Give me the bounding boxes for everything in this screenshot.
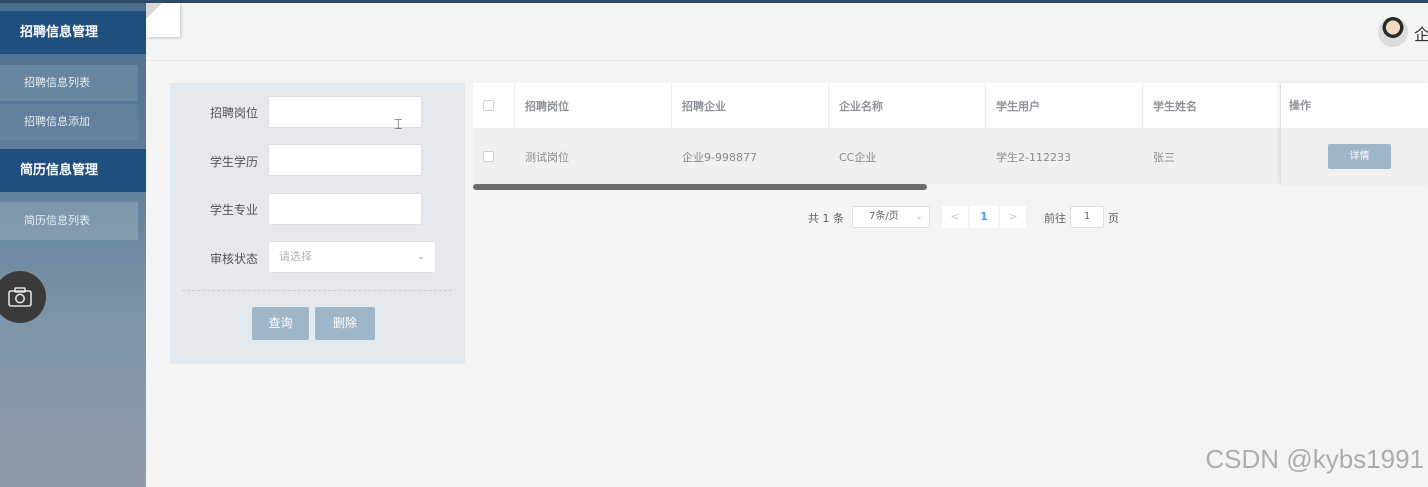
pagination-total: 共 1 条 [808,212,844,225]
header-checkbox-cell [473,83,515,128]
review-status-select[interactable]: 请选择 ⌄ [268,241,436,273]
page-size-value: 7条/页 [869,211,899,222]
delete-button[interactable]: 删除 [315,307,375,340]
goto-page-input[interactable]: 1 [1070,206,1104,228]
prev-page-button[interactable]: < [942,206,968,228]
camera-icon [8,287,32,307]
data-table: 招聘岗位 招聘企业 企业名称 学生用户 学生姓名 测试岗位 企业9-998877… [473,83,1428,190]
action-column: 操作 详情 [1281,83,1428,184]
chevron-down-icon: ⌄ [915,212,923,222]
collapse-toggle-button[interactable] [146,3,180,37]
review-status-placeholder: 请选择 [279,250,312,263]
goto-unit: 页 [1108,212,1119,225]
page-number-current[interactable]: 1 [970,206,998,228]
table-cell: 企业9-998877 [672,129,829,184]
query-button[interactable]: 查询 [252,307,309,340]
search-panel: 招聘岗位 学生学历 学生专业 审核状态 请选择 ⌄ 查询 删除 [170,83,465,364]
column-header[interactable]: 招聘岗位 [515,83,672,128]
column-header[interactable]: 学生姓名 [1143,83,1281,128]
header: 企 [146,3,1428,61]
table-cell: CC企业 [829,129,986,184]
sidebar-item-recruitment-list[interactable]: 招聘信息列表 [0,65,138,101]
table-cell: 张三 [1143,129,1281,184]
divider [182,290,452,291]
select-all-checkbox[interactable] [483,100,494,111]
watermark: CSDN @kybs1991 [1205,444,1424,474]
education-input[interactable] [268,144,422,176]
horizontal-scrollbar[interactable] [473,184,927,190]
page-size-select[interactable]: 7条/页 ⌄ [852,206,930,228]
chevron-down-icon: ⌄ [416,251,425,262]
column-header[interactable]: 学生用户 [986,83,1143,128]
table-cell: 测试岗位 [515,129,672,184]
user-name[interactable]: 企 [1414,21,1428,45]
text-cursor-icon: ⌶ [394,117,403,133]
column-header-action: 操作 [1281,83,1428,129]
major-input[interactable] [268,193,422,225]
column-header[interactable]: 企业名称 [829,83,986,128]
goto-label: 前往 [1044,212,1066,225]
detail-button[interactable]: 详情 [1328,144,1391,169]
sidebar: 招聘信息管理 招聘信息列表 招聘信息添加 简历信息管理 简历信息列表 [0,3,146,487]
next-page-button[interactable]: > [1000,206,1026,228]
action-cell: 详情 [1281,129,1428,184]
row-checkbox-cell [473,129,515,184]
sidebar-item-recruitment-add[interactable]: 招聘信息添加 [0,104,138,140]
sidebar-item-resume-list[interactable]: 简历信息列表 [0,202,138,240]
avatar[interactable] [1378,17,1408,47]
camera-button[interactable] [0,271,46,323]
sidebar-group-recruitment[interactable]: 招聘信息管理 [0,11,146,54]
sidebar-group-resume[interactable]: 简历信息管理 [0,149,146,192]
column-header[interactable]: 招聘企业 [672,83,829,128]
row-checkbox[interactable] [483,151,494,162]
table-cell: 学生2-112233 [986,129,1143,184]
